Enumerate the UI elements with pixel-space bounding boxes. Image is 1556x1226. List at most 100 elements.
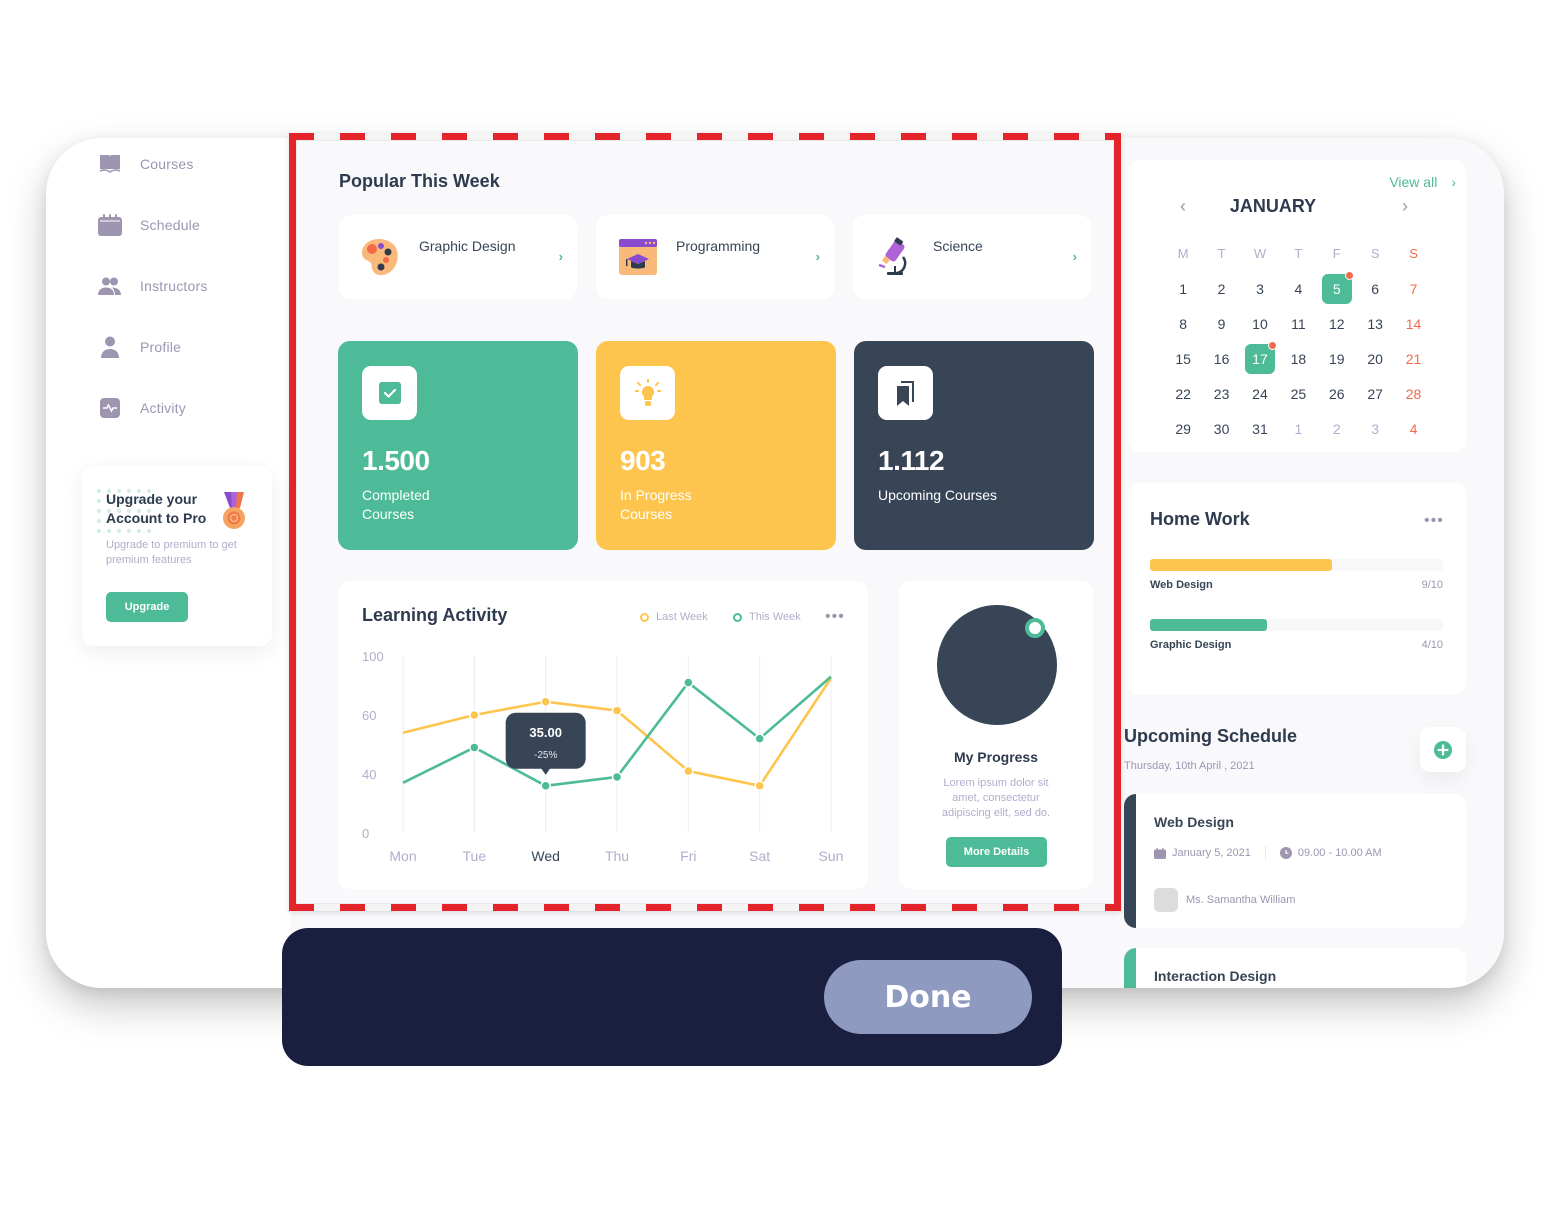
data-point <box>540 780 551 792</box>
calendar-day[interactable]: 11 <box>1283 309 1313 339</box>
calendar-day[interactable]: 5 <box>1321 270 1354 304</box>
y-tick-label: 60 <box>362 708 376 723</box>
sidebar-item-schedule[interactable]: Schedule <box>98 213 200 237</box>
calendar-day[interactable]: 29 <box>1168 414 1198 444</box>
calendar-day[interactable]: 1 <box>1283 414 1313 444</box>
calendar-day[interactable]: 8 <box>1168 309 1198 339</box>
chevron-right-icon: › <box>1072 249 1077 264</box>
calendar-day[interactable]: 12 <box>1322 309 1352 339</box>
calendar-day[interactable]: 22 <box>1168 379 1198 409</box>
stat-card-in-progress: 903 In Progress Courses <box>596 341 836 550</box>
instructor-name: Ms. Samantha William <box>1186 894 1296 906</box>
popular-item-graphic-design[interactable]: Graphic Design › <box>339 215 577 299</box>
schedule-meta: January 5, 2021 09.00 - 10.00 AM <box>1154 846 1382 860</box>
stat-value: 903 <box>620 445 666 476</box>
calendar-day[interactable]: 27 <box>1360 379 1390 409</box>
calendar-day[interactable]: 28 <box>1399 379 1429 409</box>
calendar-day[interactable]: 30 <box>1207 414 1237 444</box>
sidebar-item-courses[interactable]: Courses <box>98 152 194 176</box>
palette-icon <box>361 237 401 277</box>
x-tick-label: Tue <box>463 848 487 864</box>
stat-label: Completed Courses <box>362 487 430 522</box>
calendar-month: JANUARY <box>1229 196 1317 216</box>
calendar-day[interactable]: 6 <box>1360 274 1390 304</box>
calendar-day[interactable]: 17 <box>1244 340 1277 374</box>
calendar-day[interactable]: 2 <box>1207 274 1237 304</box>
tooltip-pointer <box>540 767 551 775</box>
upcoming-schedule-title: Upcoming Schedule <box>1124 726 1298 746</box>
users-icon <box>98 274 122 298</box>
calendar-day[interactable]: 10 <box>1245 309 1275 339</box>
homework-value: 9/10 <box>1421 579 1443 591</box>
upgrade-title: Upgrade your Account to Pro <box>106 491 207 526</box>
progress-fill <box>1150 619 1268 631</box>
progress-title: My Progress <box>953 749 1039 765</box>
x-tick-label: Thu <box>605 848 629 864</box>
event-dot <box>1344 270 1354 280</box>
data-point <box>754 780 765 792</box>
schedule-item[interactable]: Web Design January 5, 2021 09.00 - 10.00… <box>1124 794 1466 928</box>
more-details-button[interactable]: More Details <box>946 837 1047 867</box>
calendar-day[interactable]: 25 <box>1283 379 1313 409</box>
calendar-day[interactable]: 24 <box>1245 379 1275 409</box>
calendar-day[interactable]: 23 <box>1207 379 1237 409</box>
sidebar-item-profile[interactable]: Profile <box>98 335 181 359</box>
calendar-day[interactable]: 4 <box>1399 414 1429 444</box>
chevron-right-icon: › <box>558 249 563 264</box>
progress-marker <box>1025 618 1045 638</box>
x-tick-label: Mon <box>389 848 416 864</box>
x-tick-label: Sun <box>819 848 844 864</box>
sidebar-item-instructors[interactable]: Instructors <box>98 274 208 298</box>
homework-value: 4/10 <box>1421 639 1443 651</box>
tooltip-value: 35.00 <box>529 725 562 740</box>
next-month-button[interactable]: › <box>1402 196 1408 217</box>
app-window: Courses Schedule Instructors Profile Act… <box>46 138 1504 988</box>
stat-label: Upcoming Courses <box>878 487 998 503</box>
calendar-day[interactable]: 14 <box>1399 309 1429 339</box>
calendar-day[interactable]: 16 <box>1207 344 1237 374</box>
calendar-day[interactable]: 1 <box>1168 274 1198 304</box>
calendar-day[interactable]: 3 <box>1245 274 1275 304</box>
event-dot <box>1267 340 1277 350</box>
popular-item-programming[interactable]: Programming › <box>596 215 834 299</box>
view-all-link[interactable]: View all › <box>1389 174 1456 190</box>
learning-activity-card: Learning Activity Last Week This Week ••… <box>338 581 868 889</box>
learning-activity-chart: Mon Tue Wed Thu Fri Sat Sun 0 40 60 100 35.00 -25% <box>362 649 844 864</box>
popular-title: Popular This Week <box>339 171 500 191</box>
checkbox-icon <box>362 366 417 420</box>
sidebar-item-activity[interactable]: Activity <box>98 396 186 420</box>
add-schedule-button[interactable] <box>1420 727 1466 772</box>
calendar-day[interactable]: 3 <box>1360 414 1390 444</box>
popular-item-science[interactable]: Science › <box>853 215 1091 299</box>
calendar-day[interactable]: 20 <box>1360 344 1390 374</box>
x-tick-label: Sat <box>749 848 770 864</box>
more-options-icon[interactable]: ••• <box>1424 513 1444 529</box>
y-tick-label: 0 <box>362 826 369 841</box>
calendar-day[interactable]: 18 <box>1283 344 1313 374</box>
calendar-weekday: T <box>1294 246 1303 261</box>
book-icon <box>98 152 122 176</box>
calendar-weekday: M <box>1177 246 1189 261</box>
calendar-day[interactable]: 2 <box>1322 414 1352 444</box>
divider <box>1264 846 1266 860</box>
calendar-day[interactable]: 21 <box>1399 344 1429 374</box>
calendar-day[interactable]: 31 <box>1245 414 1275 444</box>
schedule-item[interactable]: Interaction Design <box>1124 948 1466 988</box>
calendar-day[interactable]: 9 <box>1207 309 1237 339</box>
schedule-color-stripe <box>1124 948 1136 988</box>
my-progress-card: My Progress Lorem ipsum dolor sit amet, … <box>899 581 1093 889</box>
sidebar-item-label: Schedule <box>140 217 200 233</box>
calendar-day[interactable]: 15 <box>1168 344 1198 374</box>
chart-tooltip: 35.00 -25% <box>505 712 586 775</box>
calendar-weekday: W <box>1253 246 1267 261</box>
upgrade-button[interactable]: Upgrade <box>106 592 188 622</box>
calendar-day[interactable]: 26 <box>1322 379 1352 409</box>
calendar-day[interactable]: 7 <box>1399 274 1429 304</box>
right-panel: View all › ‹ JANUARY › MTWTFSS1234567891… <box>1122 138 1504 988</box>
calendar-day[interactable]: 13 <box>1360 309 1390 339</box>
calendar-day[interactable]: 19 <box>1322 344 1352 374</box>
done-button[interactable]: Done <box>824 960 1032 1034</box>
homework-progress-bar <box>1150 559 1443 571</box>
calendar-day[interactable]: 4 <box>1283 274 1313 304</box>
view-all-label: View all <box>1389 174 1438 190</box>
